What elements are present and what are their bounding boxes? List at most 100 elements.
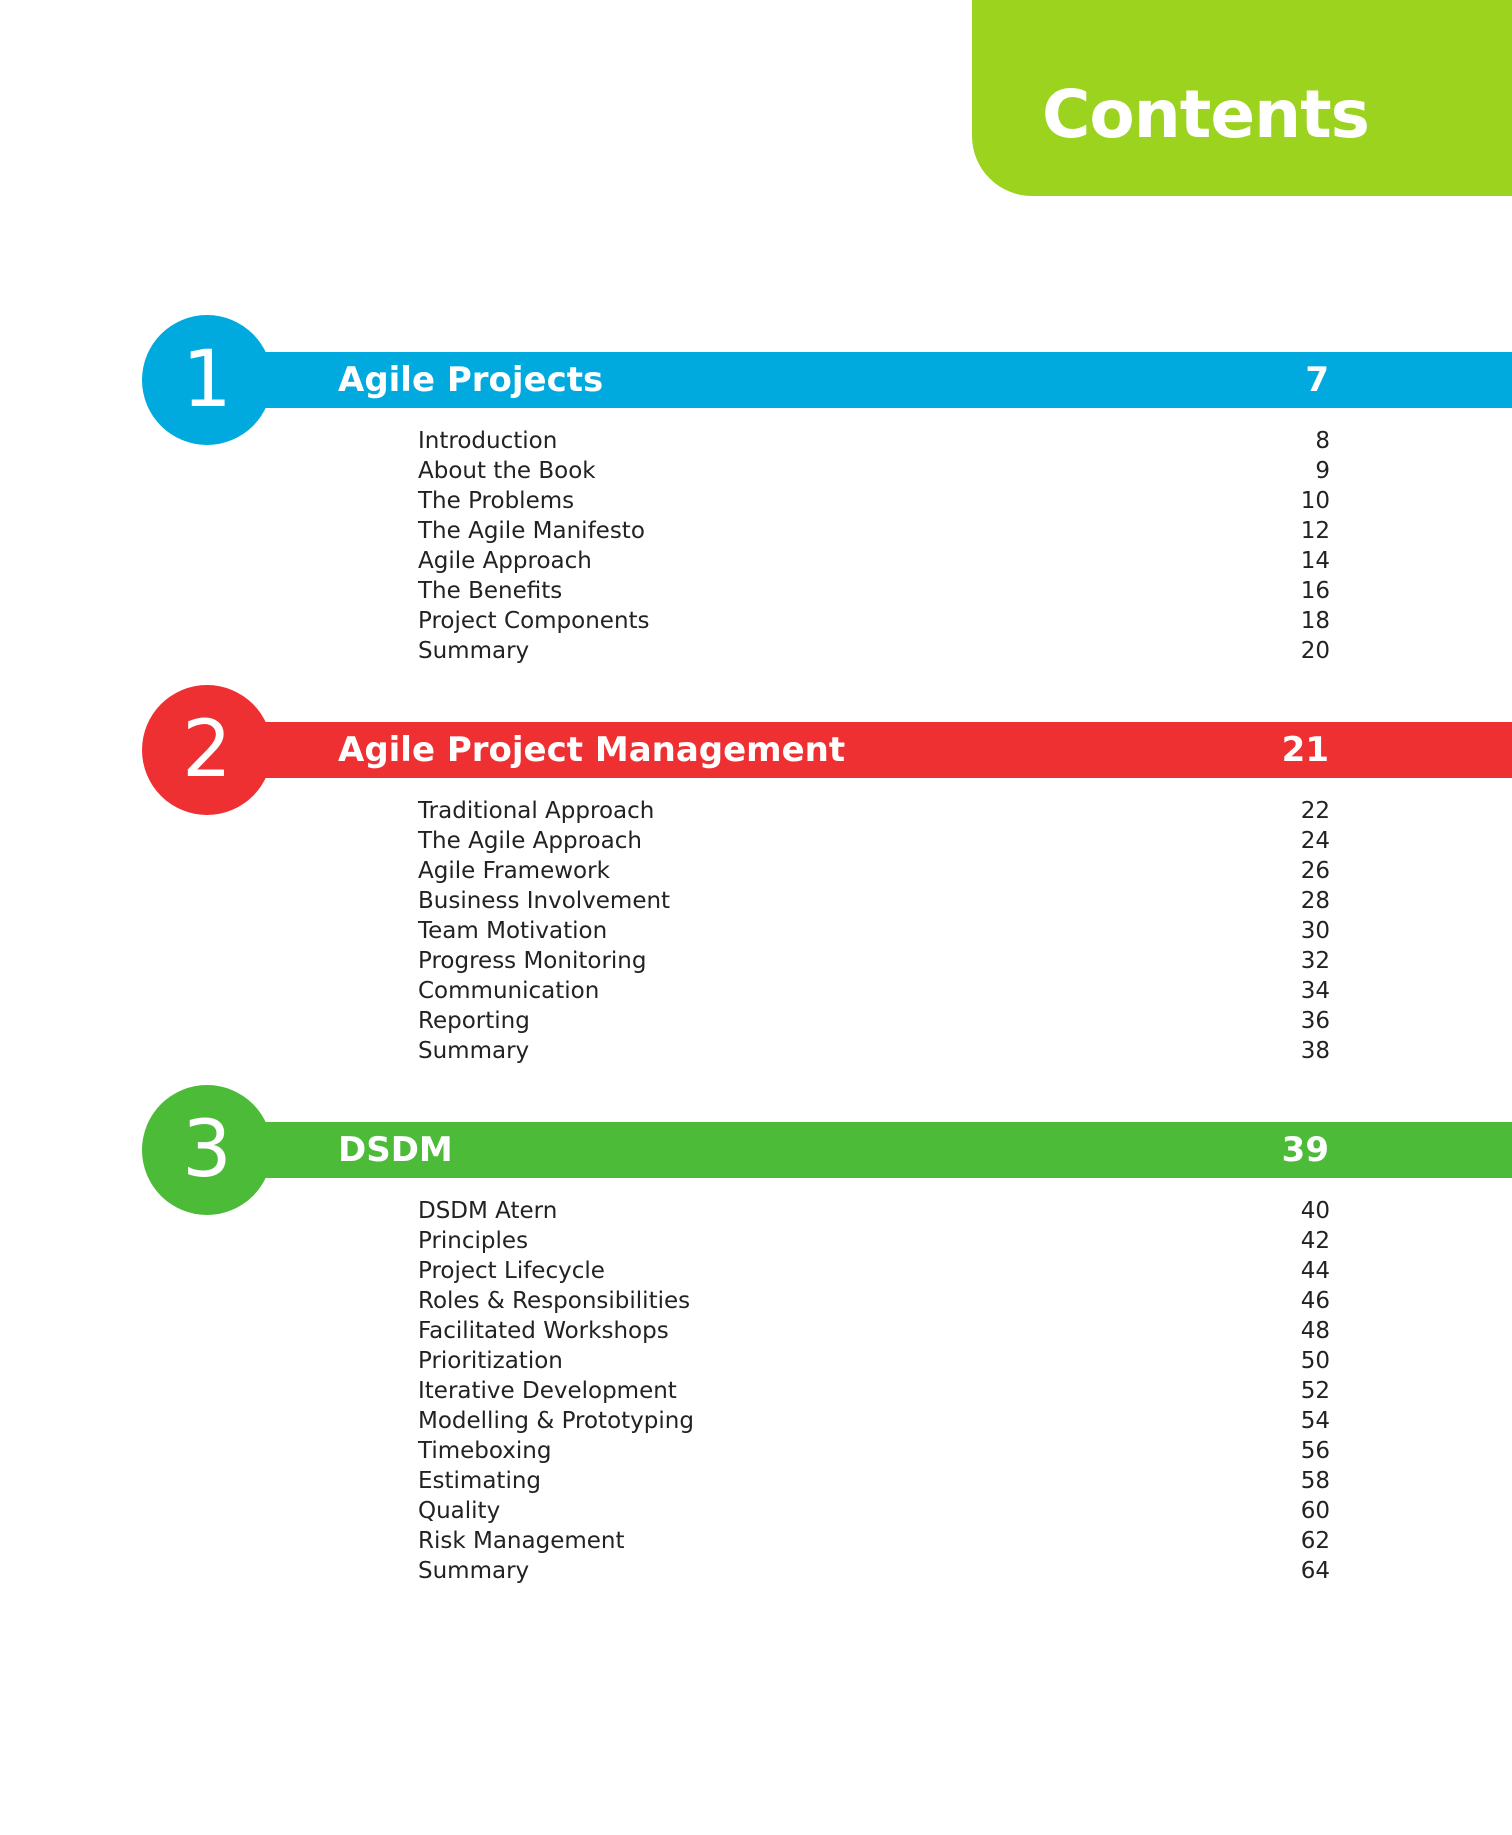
toc-entry-page: 22 (1300, 798, 1330, 824)
toc-entry[interactable]: The Agile Manifesto 12 (418, 516, 1330, 546)
toc-entry[interactable]: Summary 20 (418, 636, 1330, 666)
toc-entry[interactable]: Communication 34 (418, 976, 1330, 1006)
toc-entry[interactable]: Modelling & Prototyping 54 (418, 1406, 1330, 1436)
toc-entry-page: 20 (1300, 638, 1330, 664)
toc-entry[interactable]: Facilitated Workshops 48 (418, 1316, 1330, 1346)
toc-entry-page: 8 (1315, 428, 1330, 454)
toc-entry-label: The Benefits (418, 578, 563, 604)
toc-entry-label: Traditional Approach (418, 798, 655, 824)
toc-entry[interactable]: Prioritization 50 (418, 1346, 1330, 1376)
toc-entry[interactable]: Business Involvement 28 (418, 886, 1330, 916)
toc-entry-label: Risk Management (418, 1528, 625, 1554)
chapter-entry-list: Traditional Approach 22 The Agile Approach… (418, 796, 1330, 1066)
toc-entry-page: 30 (1300, 918, 1330, 944)
toc-entry-page: 54 (1300, 1408, 1330, 1434)
toc-entry-page: 60 (1300, 1498, 1330, 1524)
toc-entry-page: 42 (1300, 1228, 1330, 1254)
toc-entry[interactable]: Roles & Responsibilities 46 (418, 1286, 1330, 1316)
toc-entry-page: 50 (1300, 1348, 1330, 1374)
toc-entry-page: 58 (1300, 1468, 1330, 1494)
toc-entry[interactable]: Introduction 8 (418, 426, 1330, 456)
toc-entry-label: Iterative Development (418, 1378, 677, 1404)
toc-entry-label: Agile Framework (418, 858, 610, 884)
toc-entry-label: Team Motivation (418, 918, 608, 944)
toc-entry-page: 56 (1300, 1438, 1330, 1464)
toc-entry[interactable]: The Benefits 16 (418, 576, 1330, 606)
chapter-entry-list: Introduction 8 About the Book 9 The Problems… (418, 426, 1330, 666)
toc-entry-page: 52 (1300, 1378, 1330, 1404)
toc-entry-label: Principles (418, 1228, 529, 1254)
chapter-title[interactable]: DSDM (338, 1122, 453, 1178)
toc-entry-label: The Agile Manifesto (418, 518, 645, 544)
toc-entry-label: Roles & Responsibilities (418, 1288, 691, 1314)
chapter-number: 3 (182, 1105, 232, 1195)
toc-entry-page: 64 (1300, 1558, 1330, 1584)
toc-entry-label: Communication (418, 978, 600, 1004)
toc-entry-page: 26 (1300, 858, 1330, 884)
toc-entry-page: 44 (1300, 1258, 1330, 1284)
toc-entry-page: 18 (1300, 608, 1330, 634)
chapter-title[interactable]: Agile Projects (338, 352, 603, 408)
toc-entry[interactable]: Progress Monitoring 32 (418, 946, 1330, 976)
toc-entry[interactable]: Agile Approach 14 (418, 546, 1330, 576)
toc-entry[interactable]: Traditional Approach 22 (418, 796, 1330, 826)
toc-entry[interactable]: DSDM Atern 40 (418, 1196, 1330, 1226)
chapter-page-number: 39 (1281, 1130, 1329, 1170)
toc-entry[interactable]: The Problems 10 (418, 486, 1330, 516)
toc-entry-label: Quality (418, 1498, 501, 1524)
toc-entry[interactable]: Team Motivation 30 (418, 916, 1330, 946)
toc-entry[interactable]: Project Lifecycle 44 (418, 1256, 1330, 1286)
toc-entry-label: Timeboxing (418, 1438, 552, 1464)
chapter-page-number: 21 (1281, 730, 1329, 770)
toc-entry[interactable]: About the Book 9 (418, 456, 1330, 486)
toc-entry-label: Progress Monitoring (418, 948, 647, 974)
chapter-title[interactable]: Agile Project Management (338, 722, 845, 778)
chapter-number: 1 (182, 335, 232, 425)
toc-entry[interactable]: Quality 60 (418, 1496, 1330, 1526)
toc-entry-label: Facilitated Workshops (418, 1318, 669, 1344)
toc-entry-page: 48 (1300, 1318, 1330, 1344)
page-title: Contents (1042, 76, 1370, 153)
toc-entry-page: 32 (1300, 948, 1330, 974)
toc-entry-page: 28 (1300, 888, 1330, 914)
toc-entry-label: Summary (418, 638, 530, 664)
toc-entry[interactable]: Summary 38 (418, 1036, 1330, 1066)
toc-entry[interactable]: Iterative Development 52 (418, 1376, 1330, 1406)
toc-entry-label: Introduction (418, 428, 558, 454)
toc-entry-page: 12 (1300, 518, 1330, 544)
toc-entry[interactable]: Principles 42 (418, 1226, 1330, 1256)
toc-entry-label: Project Lifecycle (418, 1258, 605, 1284)
toc-entry[interactable]: Timeboxing 56 (418, 1436, 1330, 1466)
toc-entry[interactable]: Risk Management 62 (418, 1526, 1330, 1556)
toc-entry-label: Modelling & Prototyping (418, 1408, 694, 1434)
toc-entry-label: About the Book (418, 458, 596, 484)
toc-entry-label: Estimating (418, 1468, 542, 1494)
toc-entry-page: 38 (1300, 1038, 1330, 1064)
toc-entry-label: DSDM Atern (418, 1198, 558, 1224)
contents-title-tab: Contents (972, 0, 1512, 196)
toc-entry-page: 40 (1300, 1198, 1330, 1224)
toc-entry[interactable]: Reporting 36 (418, 1006, 1330, 1036)
chapter-number: 2 (182, 705, 232, 795)
toc-entry-page: 24 (1300, 828, 1330, 854)
toc-entry-label: Agile Approach (418, 548, 592, 574)
toc-entry[interactable]: Estimating 58 (418, 1466, 1330, 1496)
toc-entry-page: 10 (1300, 488, 1330, 514)
toc-entry-page: 16 (1300, 578, 1330, 604)
toc-entry-page: 62 (1300, 1528, 1330, 1554)
chapter-entry-list: DSDM Atern 40 Principles 42 Project Lifecycl… (418, 1196, 1330, 1586)
toc-entry-page: 9 (1315, 458, 1330, 484)
toc-entry-page: 34 (1300, 978, 1330, 1004)
toc-entry[interactable]: Project Components 18 (418, 606, 1330, 636)
toc-entry-label: Project Components (418, 608, 650, 634)
toc-entry-page: 14 (1300, 548, 1330, 574)
toc-entry[interactable]: Summary 64 (418, 1556, 1330, 1586)
toc-entry-page: 36 (1300, 1008, 1330, 1034)
toc-entry[interactable]: Agile Framework 26 (418, 856, 1330, 886)
toc-entry-label: Prioritization (418, 1348, 563, 1374)
toc-entry-label: The Problems (418, 488, 575, 514)
toc-entry-label: Business Involvement (418, 888, 671, 914)
toc-entry[interactable]: The Agile Approach 24 (418, 826, 1330, 856)
toc-entry-label: The Agile Approach (418, 828, 642, 854)
toc-entry-label: Summary (418, 1558, 530, 1584)
